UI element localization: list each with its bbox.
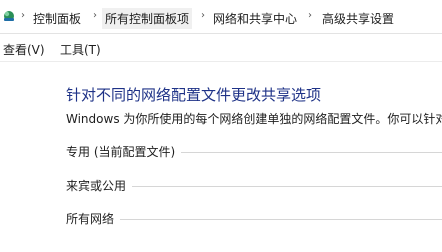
section-label: 专用 (当前配置文件) bbox=[66, 144, 176, 159]
section-guest-public[interactable]: 来宾或公用 bbox=[66, 176, 442, 194]
breadcrumb-item-network-center[interactable]: 网络和共享中心 bbox=[213, 10, 297, 27]
section-divider bbox=[181, 151, 442, 153]
breadcrumb-separator-icon: › bbox=[201, 10, 205, 21]
section-all-networks[interactable]: 所有网络 bbox=[66, 209, 442, 227]
control-panel-icon bbox=[4, 11, 14, 21]
section-divider bbox=[132, 185, 442, 187]
address-bar[interactable]: › 控制面板 › 所有控制面板项 › 网络和共享中心 › 高级共享设置 bbox=[0, 0, 442, 34]
breadcrumb-item-all-items[interactable]: 所有控制面板项 bbox=[102, 8, 193, 29]
section-divider bbox=[120, 218, 442, 220]
breadcrumb-item-control-panel[interactable]: 控制面板 bbox=[33, 10, 81, 27]
section-label: 来宾或公用 bbox=[66, 178, 127, 193]
breadcrumb-separator-icon: › bbox=[93, 10, 97, 21]
section-label: 所有网络 bbox=[66, 211, 115, 226]
breadcrumb-separator-icon: › bbox=[21, 10, 25, 21]
menu-tools[interactable]: 工具(T) bbox=[60, 41, 101, 58]
page-description: Windows 为你所使用的每个网络创建单独的网络配置文件。你可以针对 bbox=[66, 112, 442, 126]
breadcrumb-separator-icon: › bbox=[308, 10, 312, 21]
page-title: 针对不同的网络配置文件更改共享选项 bbox=[66, 86, 322, 104]
breadcrumb-item-advanced-sharing[interactable]: 高级共享设置 bbox=[322, 10, 394, 27]
menu-bar: 查看(V) 工具(T) bbox=[0, 34, 442, 62]
section-private[interactable]: 专用 (当前配置文件) bbox=[66, 142, 442, 160]
menu-view[interactable]: 查看(V) bbox=[3, 41, 45, 58]
